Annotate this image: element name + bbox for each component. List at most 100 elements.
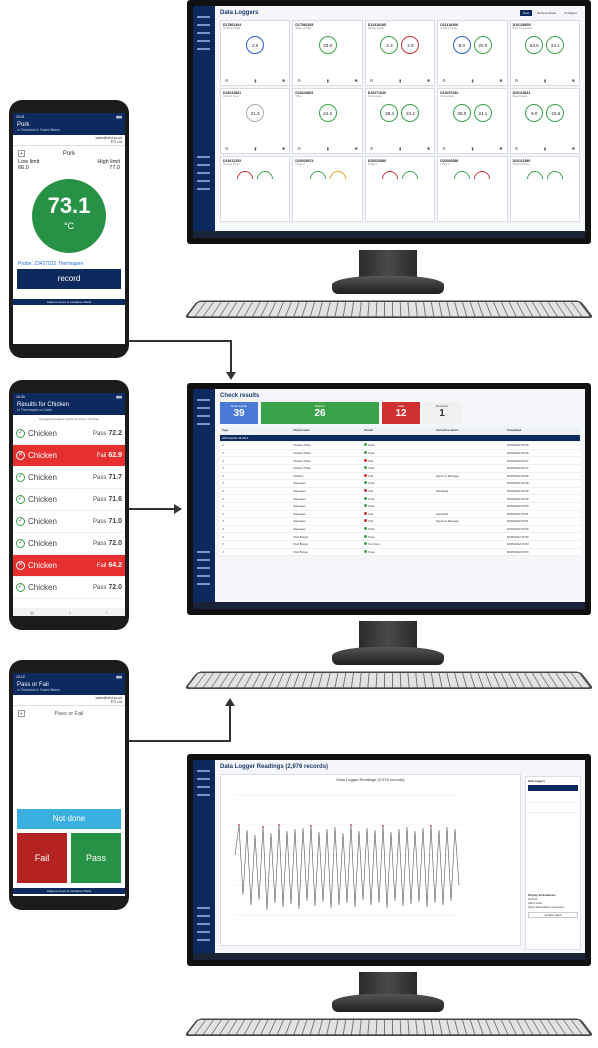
gauge-arc xyxy=(401,171,418,179)
gear-icon[interactable]: ✱ xyxy=(427,146,430,151)
result-item[interactable]: ✕ Chicken Fail 64.2 xyxy=(13,555,125,577)
chart-icon[interactable]: ▮ xyxy=(327,146,329,151)
data-logger-card[interactable]: D14070340 Temperature 35.0 24.1 ⚙ ▮ ✱ xyxy=(437,88,508,154)
gear-icon[interactable]: ✱ xyxy=(572,78,575,83)
result-item[interactable]: ✓ Chicken Pass 72.0 xyxy=(13,533,125,555)
chart-icon[interactable]: ▮ xyxy=(254,146,256,151)
settings-icon[interactable]: ⚙ xyxy=(442,78,446,83)
settings-icon[interactable]: ⚙ xyxy=(370,146,374,151)
data-logger-card[interactable]: D19411253 Thermal Probe xyxy=(220,156,291,222)
gear-icon[interactable]: ✱ xyxy=(572,146,575,151)
data-logger-card[interactable]: D20026574 Fridge 3 xyxy=(292,156,363,222)
settings-icon[interactable]: ⚙ xyxy=(515,78,519,83)
fail-button[interactable]: Fail xyxy=(17,833,67,883)
gauge: 20.0 xyxy=(473,36,492,54)
low-limit: 66.0 xyxy=(18,165,29,171)
gauge-arc xyxy=(546,171,563,179)
configure-button[interactable]: Configure xyxy=(561,10,580,16)
data-logger-card[interactable]: D20111560 Thermal Probe xyxy=(509,156,580,222)
logger-name: Office xyxy=(295,95,302,98)
data-logger-card[interactable]: D18241801 Ambient Temp 21.3 ⚙ ▮ ✱ xyxy=(220,88,291,154)
settings-icon[interactable]: ⚙ xyxy=(225,146,229,151)
gear-icon[interactable]: ✱ xyxy=(282,146,285,151)
table-row[interactable]: ✔ Sausages Fail Discarded 18/05/2022 09:49 xyxy=(220,488,580,496)
table-row[interactable]: ✔ Chef Burger Pass 18/05/2022 09:52 xyxy=(220,533,580,541)
chart-icon[interactable]: ▮ xyxy=(544,146,546,151)
arrow-connector xyxy=(230,340,232,374)
settings-icon[interactable]: ⚙ xyxy=(370,78,374,83)
result-item[interactable]: ✓ Chicken Pass 72.0 xyxy=(13,577,125,599)
gauge-arc xyxy=(526,171,543,179)
chart-title: Data Logger Readings (2,976 records) xyxy=(336,777,405,782)
gear-icon[interactable]: ✱ xyxy=(354,78,357,83)
check-icon: ✓ xyxy=(16,429,25,438)
data-logger-card[interactable]: D11416306 Cooking Fridge 8.0 20.0 ⚙ ▮ ✱ xyxy=(437,20,508,86)
gear-icon[interactable]: ✱ xyxy=(354,146,357,151)
table-row[interactable]: ✔ Sausages Pass 18/05/2022 09:48 xyxy=(220,480,580,488)
result-item[interactable]: ✓ Chicken Pass 72.2 xyxy=(13,423,125,445)
option-show-alarm[interactable]: Show alarm/alarm exceeded xyxy=(528,905,578,909)
data-logger-card[interactable]: D12418165 Display Fridge 2.3 2.8 ⚙ ▮ ✱ xyxy=(364,20,436,86)
new-button[interactable]: New xyxy=(520,10,533,16)
edit-icon[interactable]: + xyxy=(18,710,25,717)
chart-icon[interactable]: ▮ xyxy=(471,146,473,151)
chart-icon[interactable]: ▮ xyxy=(327,78,329,83)
arrow-connector xyxy=(128,340,232,342)
chart-icon[interactable]: ▮ xyxy=(544,78,546,83)
not-done-button[interactable]: Not done xyxy=(17,809,121,829)
gauge-arc xyxy=(381,171,398,179)
data-logger-card[interactable]: D18244601 Office 24.2 ⚙ ▮ ✱ xyxy=(292,88,363,154)
result-item[interactable]: ✓ Chicken Pass 71.7 xyxy=(13,467,125,489)
gear-icon[interactable]: ✱ xyxy=(427,78,430,83)
table-row[interactable]: ✔ Sausages Pass 18/05/2022 09:50 xyxy=(220,503,580,511)
logger-name: Ambient Temp xyxy=(223,95,239,98)
result-item[interactable]: ✓ Chicken Pass 71.6 xyxy=(13,489,125,511)
chart-icon[interactable]: ▮ xyxy=(471,78,473,83)
table-row[interactable]: ✔ Chicken Tikka Pass 18/05/2022 09:46 xyxy=(220,450,580,458)
result-item[interactable]: ✓ Chicken Pass 71.0 xyxy=(13,511,125,533)
readings-line xyxy=(234,824,460,911)
table-row[interactable]: ✔ Sausages Pass 18/05/2022 09:52 xyxy=(220,526,580,534)
update-graph-button[interactable]: Update graph xyxy=(528,912,578,918)
gauge: 35.0 xyxy=(452,104,471,122)
reading-value: 73.1 xyxy=(47,193,91,218)
record-button[interactable]: record xyxy=(17,269,121,289)
gear-icon[interactable]: ✱ xyxy=(282,78,285,83)
data-logger-card[interactable]: D10071040 Temperature 38.4 24.2 ⚙ ▮ ✱ xyxy=(364,88,436,154)
refresh-mode-button[interactable]: Refresh Mode xyxy=(534,10,559,16)
data-logger-card[interactable]: D20116611 Deep Freeze 9.0 -15.5 ⚙ ▮ ✱ xyxy=(509,88,580,154)
table-row[interactable]: ✔ Sausages Fail Report to Manager 18/05/2022… xyxy=(220,518,580,526)
data-logger-card[interactable]: D20020086 Fridge 1 xyxy=(437,156,508,222)
logger-name: Back Temperature xyxy=(512,27,533,30)
table-row[interactable]: ✔ Chicken Tikka Fail 18/05/2022 09:47 xyxy=(220,457,580,465)
pass-button[interactable]: Pass xyxy=(71,833,121,883)
settings-icon[interactable]: ⚙ xyxy=(225,78,229,83)
sidebar xyxy=(193,6,215,238)
table-row[interactable]: ✔ Chicken Fail Report to Manager 18/05/2022 … xyxy=(220,473,580,481)
data-logger-card[interactable]: D17861304 Hi-Temp Fridge 2.0 ⚙ ▮ ✱ xyxy=(220,20,291,86)
settings-icon[interactable]: ⚙ xyxy=(297,146,301,151)
data-logger-card[interactable]: D20023580 Fridge 2 xyxy=(364,156,436,222)
gauge: 21.3 xyxy=(246,104,265,122)
data-logger-card[interactable]: D10126600 Back Temperature 63.5 24.1 ⚙ ▮ ✱ xyxy=(509,20,580,86)
settings-icon[interactable]: ⚙ xyxy=(442,146,446,151)
table-row[interactable]: ✔ Chicken Tikka Pass 18/05/2022 09:46 xyxy=(220,442,580,450)
data-logger-card[interactable]: D17861108 Walk In Fridge 23.8 ⚙ ▮ ✱ xyxy=(292,20,363,86)
gauge: 24.2 xyxy=(401,104,420,122)
result-item[interactable]: ✕ Chicken Fail 62.9 xyxy=(13,445,125,467)
gear-icon[interactable]: ✱ xyxy=(499,78,502,83)
chart-icon[interactable]: ▮ xyxy=(254,78,256,83)
settings-icon[interactable]: ⚙ xyxy=(515,146,519,151)
probe-link[interactable]: 23427032 Thermapen xyxy=(34,261,83,267)
gear-icon[interactable]: ✱ xyxy=(499,146,502,151)
table-row[interactable]: ✔ Chef Burger Not done 18/05/2022 09:53 xyxy=(220,541,580,549)
table-row[interactable]: ✔ Chicken Tikka Pass 18/05/2022 09:47 xyxy=(220,465,580,473)
summary-box: Passes 26 xyxy=(261,402,379,424)
table-row[interactable]: ✔ Chef Burger Pass 18/05/2022 09:53 xyxy=(220,549,580,557)
edit-icon[interactable]: + xyxy=(18,150,25,157)
table-row[interactable]: ✔ Sausages Fail Discarded 18/05/2022 09:51 xyxy=(220,511,580,519)
chart-icon[interactable]: ▮ xyxy=(399,78,401,83)
chart-icon[interactable]: ▮ xyxy=(399,146,401,151)
table-row[interactable]: ✔ Sausages Pass 18/05/2022 09:49 xyxy=(220,495,580,503)
settings-icon[interactable]: ⚙ xyxy=(297,78,301,83)
